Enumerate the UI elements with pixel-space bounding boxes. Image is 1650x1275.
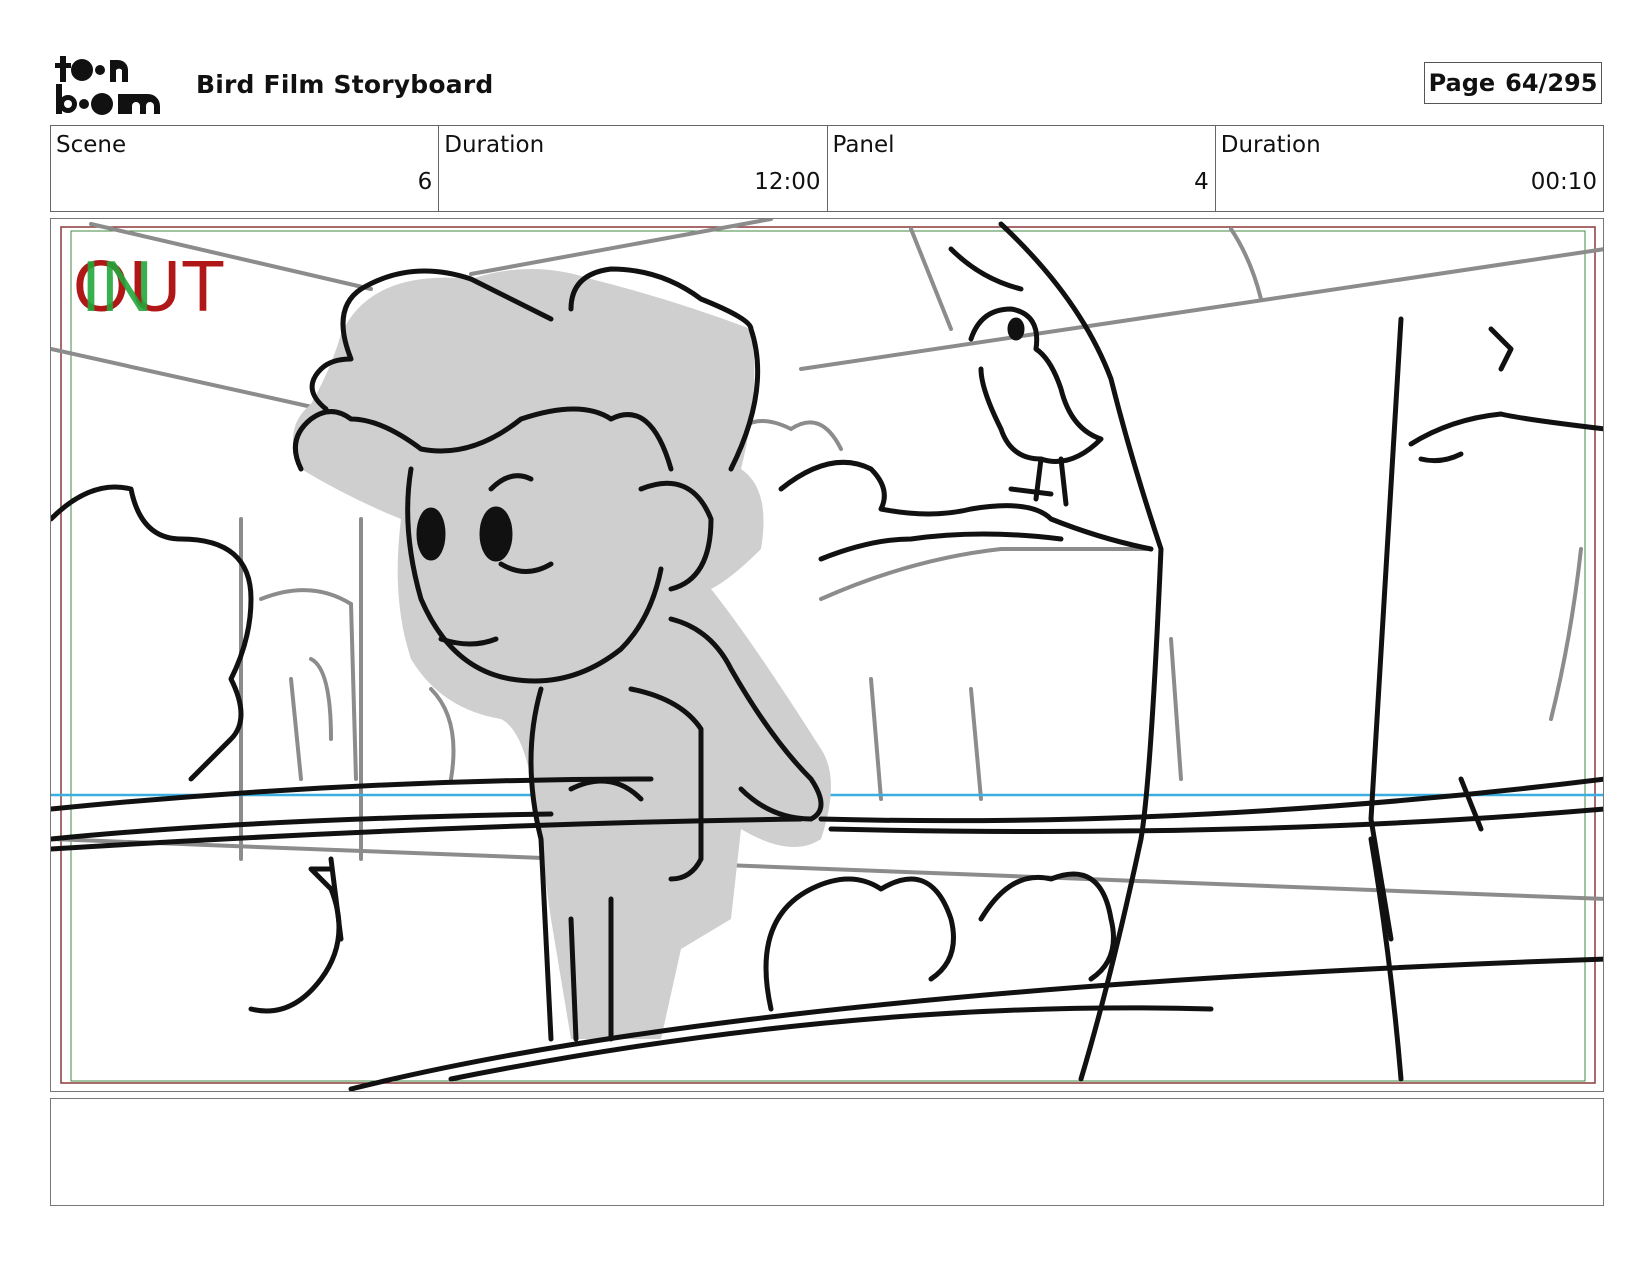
ink-sketch bbox=[51, 221, 1603, 1091]
panel-value: 4 bbox=[1194, 169, 1209, 195]
storyboard-panel: OUT IN bbox=[50, 218, 1604, 1092]
safe-frame-inner bbox=[70, 230, 1586, 1082]
scene-duration-cell: Duration 12:00 bbox=[439, 126, 828, 211]
scene-cell: Scene 6 bbox=[51, 126, 440, 211]
panel-duration-value: 00:10 bbox=[1530, 169, 1597, 195]
in-marker: IN bbox=[81, 247, 153, 327]
safe-frame-outer bbox=[60, 226, 1596, 1084]
document-title: Bird Film Storyboard bbox=[196, 70, 494, 99]
scene-duration-value: 12:00 bbox=[754, 169, 821, 195]
panel-cell: Panel 4 bbox=[828, 126, 1216, 211]
panel-label: Panel bbox=[832, 132, 895, 158]
page-indicator: Page 64/295 bbox=[1424, 62, 1602, 104]
scene-duration-label: Duration bbox=[444, 132, 545, 158]
page-label: Page bbox=[1428, 69, 1496, 97]
panel-sketch: OUT IN bbox=[51, 219, 1603, 1091]
panel-duration-cell: Duration 00:10 bbox=[1216, 126, 1603, 211]
panel-info-row: Scene 6 Duration 12:00 Panel 4 Duration … bbox=[50, 125, 1604, 212]
page-number: 64/295 bbox=[1505, 69, 1598, 97]
panel-duration-label: Duration bbox=[1220, 132, 1321, 158]
toon-boom-logo bbox=[54, 54, 172, 116]
caption-box[interactable] bbox=[50, 1098, 1604, 1206]
boy-figure-fill bbox=[293, 269, 831, 1039]
scene-label: Scene bbox=[56, 132, 127, 158]
scene-value: 6 bbox=[417, 169, 433, 195]
